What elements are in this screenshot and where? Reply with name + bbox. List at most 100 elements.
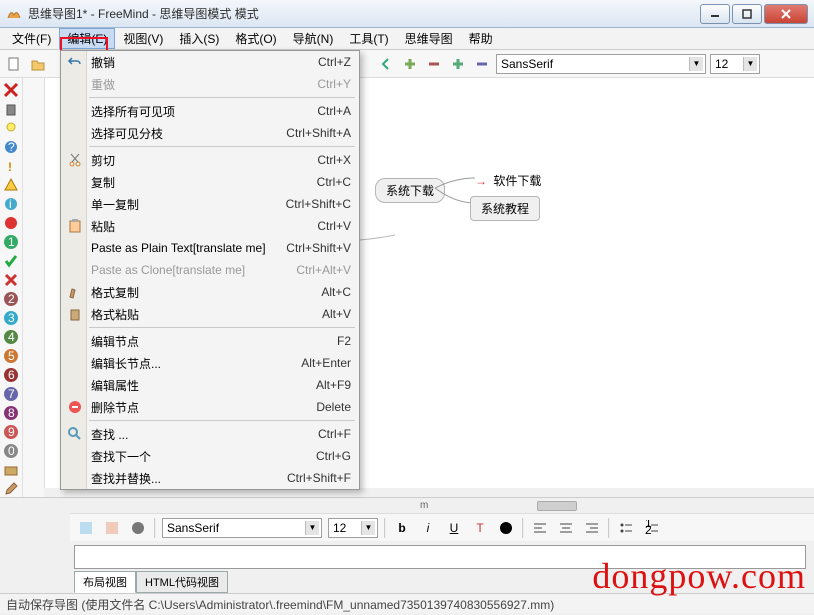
menu-row-12[interactable]: 格式复制Alt+C [61, 281, 359, 303]
cross-icon[interactable] [3, 272, 19, 288]
svg-text:0: 0 [8, 444, 15, 458]
bulb-icon[interactable] [3, 120, 19, 136]
italic-icon[interactable]: i [418, 518, 438, 538]
menu-row-6[interactable]: 剪切Ctrl+X [61, 149, 359, 171]
window-title: 思维导图1* - FreeMind - 思维导图模式 模式 [28, 5, 700, 22]
format-font-value: SansSerif [167, 521, 219, 535]
num0-icon[interactable]: 0 [3, 443, 19, 459]
menu-row-label: 查找下一个 [91, 448, 316, 465]
svg-text:5: 5 [8, 349, 15, 363]
trash-icon[interactable] [3, 101, 19, 117]
child-node-2-label: 系统教程 [481, 202, 529, 216]
help-icon[interactable]: ? [3, 139, 19, 155]
app-icon [6, 6, 22, 22]
menu-item-0[interactable]: 文件(F) [4, 28, 59, 49]
minimize-button[interactable] [700, 4, 730, 24]
tab-1[interactable]: HTML代码视图 [136, 571, 228, 593]
menu-row-label: 单一复制 [91, 196, 286, 213]
align-left-icon[interactable] [530, 518, 550, 538]
num3-icon[interactable]: 3 [3, 310, 19, 326]
num9-icon[interactable]: 9 [3, 424, 19, 440]
horizontal-scrollbar[interactable]: m [0, 497, 814, 513]
num7-icon[interactable]: 7 [3, 386, 19, 402]
left-icon-strip-1: ? ! i 1 2 3 4 5 6 7 8 9 0 [0, 78, 22, 497]
info-icon[interactable]: i [3, 196, 19, 212]
underline-icon[interactable]: U [444, 518, 464, 538]
menu-row-18[interactable]: 删除节点Delete [61, 396, 359, 418]
child-node-2[interactable]: 系统教程 [470, 196, 540, 221]
format-size-combo[interactable]: 12 ▼ [328, 518, 378, 538]
font-size-combo[interactable]: 12 ▼ [710, 54, 760, 74]
menu-row-15[interactable]: 编辑节点F2 [61, 330, 359, 352]
remove-minus2-icon[interactable] [472, 54, 492, 74]
num5-icon[interactable]: 5 [3, 348, 19, 364]
menu-item-3[interactable]: 插入(S) [171, 28, 227, 49]
num1-icon[interactable]: 1 [3, 234, 19, 250]
tool-a-icon[interactable] [76, 518, 96, 538]
menu-row-21[interactable]: 查找下一个Ctrl+G [61, 445, 359, 467]
align-center-icon[interactable] [556, 518, 576, 538]
menu-row-17[interactable]: 编辑属性Alt+F9 [61, 374, 359, 396]
menu-row-4[interactable]: 选择可见分枝Ctrl+Shift+A [61, 122, 359, 144]
format-font-combo[interactable]: SansSerif ▼ [162, 518, 322, 538]
menu-row-label: 删除节点 [91, 399, 316, 416]
tool-b-icon[interactable] [102, 518, 122, 538]
menu-item-4[interactable]: 格式(O) [227, 28, 284, 49]
svg-text:6: 6 [8, 368, 15, 382]
menu-row-0[interactable]: 撤销Ctrl+Z [61, 51, 359, 73]
list-number-icon[interactable]: 12 [642, 518, 662, 538]
align-right-icon[interactable] [582, 518, 602, 538]
num2-icon[interactable]: 2 [3, 291, 19, 307]
menu-row-3[interactable]: 选择所有可见项Ctrl+A [61, 100, 359, 122]
menu-item-1[interactable]: 编辑(E) [59, 28, 115, 49]
warning-icon[interactable] [3, 177, 19, 193]
menu-row-8[interactable]: 单一复制Ctrl+Shift+C [61, 193, 359, 215]
delete-x-icon[interactable] [3, 82, 19, 98]
open-file-icon[interactable] [28, 54, 48, 74]
num6-icon[interactable]: 6 [3, 367, 19, 383]
new-file-icon[interactable] [4, 54, 24, 74]
stop-icon[interactable] [3, 215, 19, 231]
menu-row-16[interactable]: 编辑长节点...Alt+Enter [61, 352, 359, 374]
menu-item-6[interactable]: 工具(T) [341, 28, 396, 49]
menu-item-7[interactable]: 思维导图 [397, 28, 461, 49]
exclaim-icon[interactable]: ! [3, 158, 19, 174]
folder-icon[interactable] [3, 462, 19, 478]
menu-row-13[interactable]: 格式粘贴Alt+V [61, 303, 359, 325]
list-bullet-icon[interactable] [616, 518, 636, 538]
menu-row-22[interactable]: 查找并替换...Ctrl+Shift+F [61, 467, 359, 489]
menu-row-20[interactable]: 查找 ...Ctrl+F [61, 423, 359, 445]
menu-item-2[interactable]: 视图(V) [115, 28, 171, 49]
check-icon[interactable] [3, 253, 19, 269]
chevron-down-icon: ▼ [361, 521, 375, 535]
maximize-button[interactable] [732, 4, 762, 24]
menu-item-8[interactable]: 帮助 [461, 28, 501, 49]
bold-icon[interactable]: b [392, 518, 412, 538]
pencil-icon[interactable] [3, 481, 19, 497]
color-picker-icon[interactable] [496, 518, 516, 538]
font-family-combo[interactable]: SansSerif ▼ [496, 54, 706, 74]
close-button[interactable] [764, 4, 808, 24]
menu-item-5[interactable]: 导航(N) [285, 28, 342, 49]
nav-back-icon[interactable] [376, 54, 396, 74]
menu-row-shortcut: Alt+V [322, 307, 351, 321]
svg-text:?: ? [8, 140, 15, 154]
num4-icon[interactable]: 4 [3, 329, 19, 345]
num8-icon[interactable]: 8 [3, 405, 19, 421]
menu-row-7[interactable]: 复制Ctrl+C [61, 171, 359, 193]
scroll-label: m [420, 500, 428, 511]
child-node-1[interactable]: → 软件下载 [475, 172, 541, 189]
scrollbar-thumb[interactable] [537, 501, 577, 511]
remove-minus-icon[interactable] [424, 54, 444, 74]
add-plus-icon[interactable] [400, 54, 420, 74]
menu-row-9[interactable]: 粘贴Ctrl+V [61, 215, 359, 237]
text-color-icon[interactable]: T [470, 518, 490, 538]
menu-row-10[interactable]: Paste as Plain Text[translate me]Ctrl+Sh… [61, 237, 359, 259]
svg-text:9: 9 [8, 425, 15, 439]
add-plus2-icon[interactable] [448, 54, 468, 74]
cut-icon [67, 152, 83, 168]
tool-c-icon[interactable] [128, 518, 148, 538]
svg-text:7: 7 [8, 387, 15, 401]
tab-0[interactable]: 布局视图 [74, 571, 136, 593]
menu-row-shortcut: Ctrl+Shift+F [287, 471, 351, 485]
